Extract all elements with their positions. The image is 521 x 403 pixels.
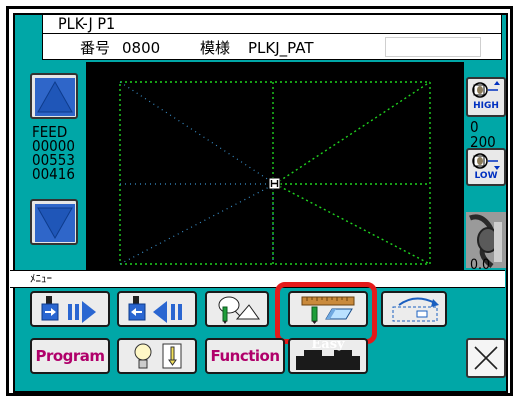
speed-value: 200 — [470, 133, 496, 151]
easy-label: Easy — [311, 338, 345, 352]
feed-value-3: 00416 — [32, 165, 75, 183]
function-label: Function — [210, 347, 280, 365]
speed-high-button[interactable]: HIGH — [466, 77, 506, 117]
menu-strip — [10, 270, 505, 288]
feed-down-button[interactable] — [30, 199, 78, 245]
backward-feed-button[interactable] — [117, 291, 197, 327]
number-value: 0800 — [122, 39, 161, 57]
pattern-input-button[interactable] — [205, 291, 269, 327]
pattern-label: 模様 — [200, 39, 231, 57]
speed-low-button[interactable]: LOW — [466, 148, 506, 186]
easy-button[interactable]: Easy — [288, 338, 368, 374]
needle-forward-icon — [41, 296, 96, 323]
program-button[interactable]: Program — [30, 338, 110, 374]
pattern-outline — [119, 81, 431, 265]
speed-low-label: LOW — [474, 171, 498, 181]
move-line-upper — [119, 81, 276, 185]
highlight-ring — [275, 282, 377, 344]
move-line-lower — [119, 183, 276, 265]
arrow-up-icon — [35, 78, 75, 116]
needle-backward-icon — [128, 296, 182, 323]
speed-top-value: 0 — [470, 118, 479, 136]
menu-label: ﾒﾆｭｰ — [30, 272, 52, 285]
program-title: PLK-J P1 — [58, 14, 116, 33]
trace-button[interactable] — [381, 291, 447, 327]
pattern-canvas — [86, 62, 464, 270]
pattern-diagonal-lower — [274, 183, 431, 265]
pattern-value: PLKJ_PAT — [248, 39, 314, 57]
pattern-drawing — [119, 81, 431, 265]
arrow-down-icon — [35, 204, 75, 242]
bulb-icon — [134, 343, 182, 369]
pattern-diagonal-upper — [274, 81, 431, 185]
speech-pencil-icon — [218, 296, 260, 324]
close-button[interactable] — [466, 338, 506, 378]
home-marker-icon — [268, 177, 281, 190]
feed-up-button[interactable] — [30, 73, 78, 119]
thread-spool-icon — [472, 153, 500, 170]
info-field — [385, 37, 481, 57]
program-label: Program — [35, 347, 105, 365]
number-label: 番号 — [80, 39, 111, 57]
thread-spool-icon — [472, 81, 500, 98]
close-icon — [474, 346, 498, 370]
function-button[interactable]: Function — [205, 338, 285, 374]
dashed-frame-arrow-icon — [392, 297, 439, 322]
forward-feed-button[interactable] — [30, 291, 110, 327]
light-button[interactable] — [117, 338, 197, 374]
speed-high-label: HIGH — [473, 101, 499, 111]
